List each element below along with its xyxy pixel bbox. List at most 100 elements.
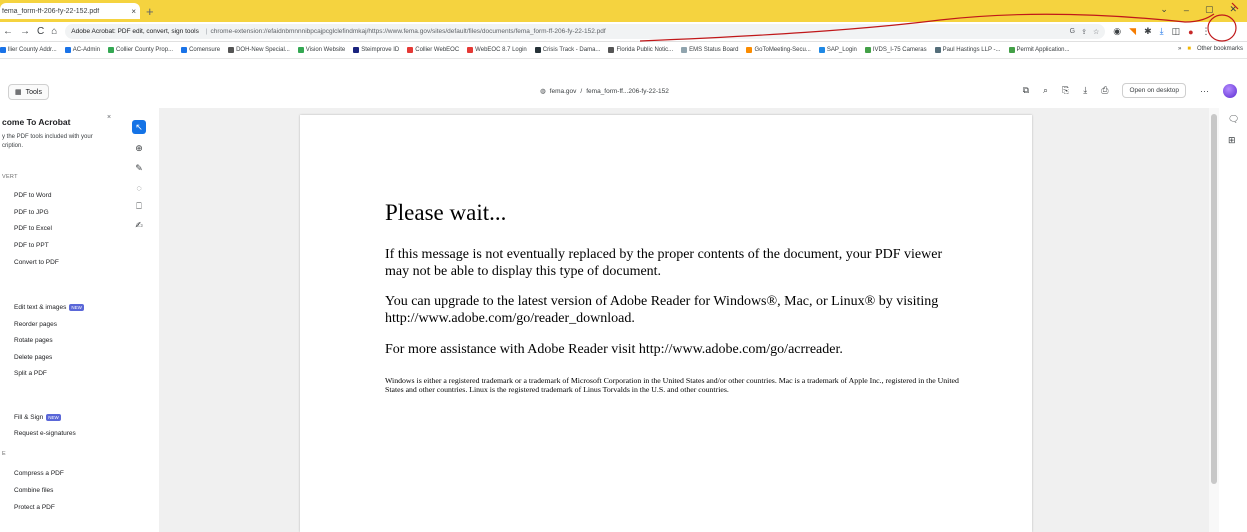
rotate-pages-link[interactable]: Rotate pages	[14, 337, 53, 344]
bookmark-item[interactable]: Vision Website	[297, 47, 346, 53]
share-icon[interactable]: ⇪	[1081, 28, 1087, 36]
bookmark-label: Comensure	[189, 47, 221, 53]
comment-tool-icon[interactable]: ⊕	[132, 141, 146, 155]
other-bookmarks-link[interactable]: Other bookmarks	[1197, 46, 1243, 52]
bookmark-label: WebEOC 8.7 Login	[475, 47, 527, 53]
tools-label: Tools	[25, 88, 42, 96]
profile-avatar-icon[interactable]: ●	[1188, 27, 1193, 37]
home-icon[interactable]: ⌂	[51, 26, 57, 37]
bookmark-item[interactable]: llier County Addr...	[0, 47, 57, 53]
highlight-tool-icon[interactable]: ✎	[132, 161, 146, 175]
new-tab-button[interactable]: +	[146, 5, 154, 18]
edit-text-images-link[interactable]: Edit text & images NEW	[14, 304, 84, 311]
acrobat-toolbar: ▦ Tools ◍ fema.gov / fema_form-ff...206-…	[0, 80, 1247, 104]
text-box-tool-icon[interactable]: ⎕	[132, 199, 146, 213]
breadcrumb-separator: /	[580, 87, 583, 95]
forward-icon[interactable]: →	[20, 26, 30, 37]
profile-icon[interactable]	[1223, 83, 1237, 98]
google-icon[interactable]: G	[1070, 28, 1075, 36]
download-pdf-icon[interactable]: ⤓	[1083, 85, 1087, 96]
menu-kebab-icon[interactable]: ⋮	[1202, 26, 1211, 37]
tools-panel: come To Acrobat × y the PDF tools includ…	[0, 108, 116, 532]
minimize-button[interactable]: –	[1184, 5, 1189, 15]
bookmark-item[interactable]: Florida Public Notic...	[608, 47, 673, 53]
address-bar[interactable]: Adobe Acrobat: PDF edit, convert, sign t…	[65, 24, 1106, 39]
fill-sign-link[interactable]: Fill & Sign NEW	[14, 414, 61, 421]
tools-button[interactable]: ▦ Tools	[8, 84, 49, 100]
open-on-desktop-button[interactable]: Open on desktop	[1122, 83, 1186, 98]
bookmark-favicon-icon	[681, 47, 688, 53]
protect-pdf-link[interactable]: Protect a PDF	[14, 504, 55, 511]
welcome-description: y the PDF tools included with your cript…	[2, 134, 93, 149]
welcome-title: come To Acrobat	[2, 117, 71, 127]
panel-close-icon[interactable]: ×	[107, 114, 111, 121]
bookmark-item[interactable]: Comensure	[181, 47, 220, 53]
convert-section-heading: VERT	[2, 174, 18, 180]
bookmark-favicon-icon	[353, 47, 360, 53]
bookmarks-more-icon[interactable]: »	[1178, 46, 1181, 52]
pdf-to-excel-link[interactable]: PDF to Excel	[14, 225, 52, 232]
more-options-button[interactable]: ···	[1200, 86, 1209, 96]
address-row: ← → C ⌂ Adobe Acrobat: PDF edit, convert…	[0, 22, 1247, 42]
bookmark-star-icon[interactable]: ☆	[1093, 28, 1099, 36]
pdf-to-ppt-link[interactable]: PDF to PPT	[14, 242, 49, 249]
thumbnails-panel-icon[interactable]: ⊞	[1228, 135, 1239, 146]
compress-pdf-link[interactable]: Compress a PDF	[14, 470, 64, 477]
bookmark-item[interactable]: AC-Admin	[64, 47, 100, 53]
close-window-button[interactable]: ✕	[1229, 4, 1237, 15]
sign-tool-icon[interactable]: ✍	[132, 218, 146, 232]
bookmark-label: Steimprove ID	[361, 47, 400, 53]
bookmark-item[interactable]: GoToMeeting-Secu...	[746, 47, 811, 53]
bookmark-item[interactable]: SAP_Login	[818, 47, 857, 53]
comments-panel-icon[interactable]: 🗨	[1228, 114, 1239, 125]
extensions-puzzle-icon[interactable]: ✱	[1144, 26, 1152, 37]
vertical-scrollbar[interactable]	[1209, 108, 1219, 532]
page-view-icon[interactable]: ⧉	[1023, 85, 1029, 96]
restore-button[interactable]: ▢	[1205, 4, 1214, 15]
select-tool-icon[interactable]: ↖	[132, 120, 146, 134]
reload-icon[interactable]: C	[37, 26, 44, 37]
convert-to-pdf-link[interactable]: Convert to PDF	[14, 259, 59, 266]
bookmark-item[interactable]: WebEOC 8.7 Login	[467, 47, 527, 53]
request-esignatures-link[interactable]: Request e-signatures	[14, 430, 76, 437]
bookmark-label: Vision Website	[305, 47, 346, 53]
ai-assistant-icon[interactable]: ⎘	[1062, 85, 1069, 96]
bookmark-item[interactable]: IVDS_I-75 Cameras	[864, 47, 927, 53]
new-badge: NEW	[69, 304, 84, 311]
side-panel-icon[interactable]: ◫	[1172, 26, 1181, 37]
print-icon[interactable]: ⎙	[1101, 85, 1108, 96]
bookmark-item[interactable]: EMS Status Board	[681, 47, 738, 53]
pdf-to-word-link[interactable]: PDF to Word	[14, 192, 51, 199]
reorder-pages-link[interactable]: Reorder pages	[14, 321, 57, 328]
back-icon[interactable]: ←	[3, 26, 13, 37]
split-pdf-link[interactable]: Split a PDF	[14, 370, 47, 377]
bookmark-item[interactable]: Steimprove ID	[353, 47, 399, 53]
combine-files-link[interactable]: Combine files	[14, 487, 53, 494]
download-icon[interactable]: ⤓	[1160, 26, 1164, 37]
bookmark-item[interactable]: Permit Application...	[1008, 47, 1070, 53]
rss-icon[interactable]: ◥	[1129, 26, 1136, 37]
bookmark-item[interactable]: Collier WebEOC	[407, 47, 459, 53]
bookmark-label: EMS Status Board	[689, 47, 739, 53]
bookmark-item[interactable]: DOH-New Special...	[228, 47, 290, 53]
globe-icon: ◍	[540, 88, 546, 95]
pdf-to-jpg-link[interactable]: PDF to JPG	[14, 209, 49, 216]
bookmark-item[interactable]: Paul Hastings LLP -...	[934, 47, 1001, 53]
site-label: Adobe Acrobat: PDF edit, convert, sign t…	[71, 28, 199, 35]
scrollbar-thumb[interactable]	[1211, 114, 1217, 484]
bookmarks-overflow: » ■ Other bookmarks	[1174, 46, 1243, 52]
browser-tab[interactable]: fema_form-ff-206-fy-22-152.pdf ×	[0, 3, 140, 19]
bookmark-item[interactable]: Crisis Track - Dama...	[534, 47, 600, 53]
extension-icon-1[interactable]: ◉	[1113, 26, 1121, 37]
draw-tool-icon[interactable]: ◌	[132, 181, 146, 195]
pdf-page: Please wait... If this message is not ev…	[300, 115, 1032, 532]
edit-text-images-label: Edit text & images	[14, 304, 67, 311]
bookmark-favicon-icon	[407, 47, 414, 53]
bookmark-item[interactable]: Collier County Prop...	[108, 47, 173, 53]
search-icon[interactable]: ⌕	[1043, 85, 1048, 96]
tab-close-icon[interactable]: ×	[131, 7, 136, 16]
tab-search-icon[interactable]: ⌄	[1160, 4, 1168, 15]
delete-pages-link[interactable]: Delete pages	[14, 354, 52, 361]
bookmark-label: DOH-New Special...	[236, 47, 290, 53]
breadcrumb-site[interactable]: fema.gov	[550, 88, 577, 95]
